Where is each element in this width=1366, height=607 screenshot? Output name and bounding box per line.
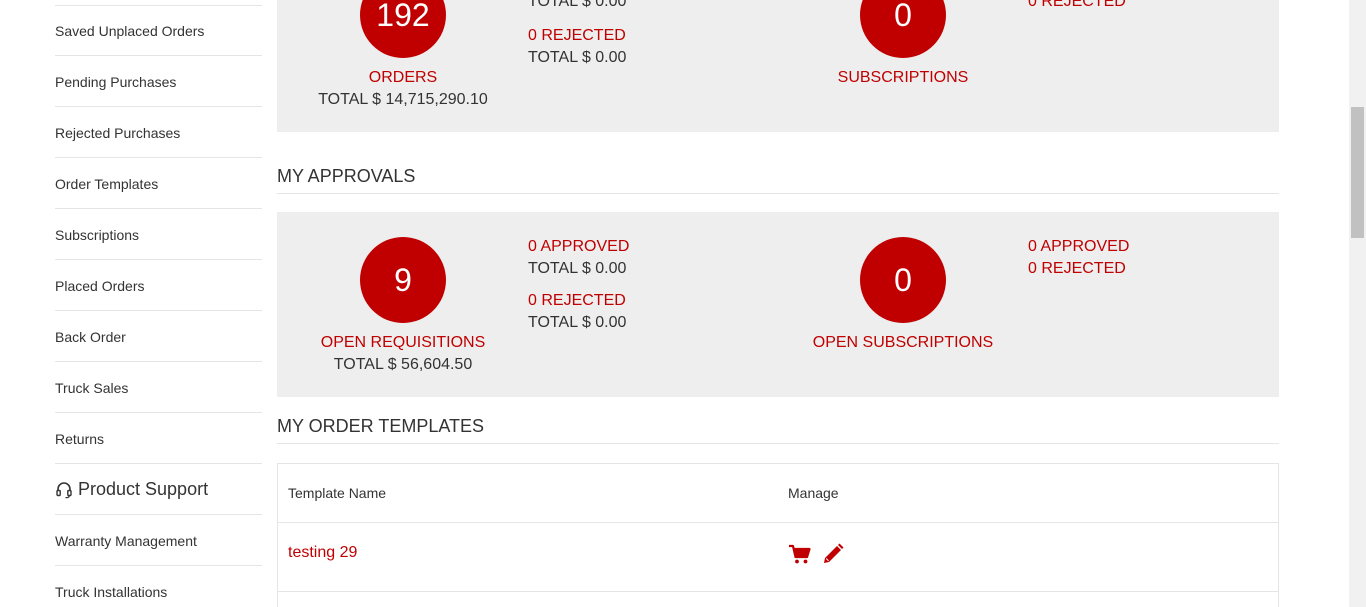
approvals-panel: 9 OPEN REQUISITIONS TOTAL $ 56,604.50 0 … [277, 212, 1279, 397]
subscriptions-approved[interactable]: 0 APPROVED [1028, 238, 1129, 256]
table-row: testing 29 [278, 522, 1278, 592]
sidebar-section-label: Product Support [78, 479, 209, 499]
orders-count-circle[interactable]: 192 [360, 0, 446, 58]
sidebar-item-label: Placed Orders [55, 277, 145, 294]
sidebar-item-label: Subscriptions [55, 226, 140, 243]
sidebar-item-back-order[interactable]: Back Order [55, 312, 262, 362]
requisitions-rejected[interactable]: 0 REJECTED [528, 292, 626, 310]
page-scrollbar[interactable] [1349, 0, 1366, 607]
sidebar-item-pending-purchases[interactable]: Pending Purchases [55, 57, 262, 107]
table-header: Template Name Manage [278, 464, 1278, 523]
subscriptions-count: 0 [894, 0, 912, 33]
subscriptions-count-circle[interactable]: 0 [860, 0, 946, 58]
open-subscriptions-count: 0 [894, 261, 912, 298]
subscriptions-rejected[interactable]: 0 REJECTED [1028, 260, 1126, 278]
sidebar-item-label: Order Templates [55, 175, 159, 192]
sidebar-item-truck-installations[interactable]: Truck Installations [55, 567, 262, 607]
open-subscriptions-count-circle[interactable]: 0 [860, 237, 946, 323]
templates-heading: MY ORDER TEMPLATES [277, 416, 1279, 444]
column-header-manage: Manage [788, 485, 839, 501]
pencil-icon[interactable] [821, 542, 845, 566]
sidebar-item-subscriptions[interactable]: Subscriptions [55, 210, 262, 260]
requisitions-approved-total: TOTAL $ 0.00 [528, 260, 627, 277]
orders-rejected[interactable]: 0 REJECTED [528, 27, 626, 45]
page: Saved Unplaced Orders Pending Purchases … [0, 0, 1366, 607]
sidebar-item-label: Warranty Management [55, 532, 197, 549]
orders-total: TOTAL $ 14,715,290.10 [318, 91, 488, 108]
sidebar-item-placed-orders[interactable]: Placed Orders [55, 261, 262, 311]
requisitions-rejected-total: TOTAL $ 0.00 [528, 314, 627, 331]
requisitions-count: 9 [394, 261, 412, 298]
sidebar-item-rejected-purchases[interactable]: Rejected Purchases [55, 108, 262, 158]
templates-table: Template Name Manage testing 29 [277, 463, 1279, 607]
open-subscriptions-label: OPEN SUBSCRIPTIONS [812, 334, 994, 351]
sidebar-item-label: Truck Installations [55, 583, 168, 600]
approvals-heading: MY APPROVALS [277, 166, 1279, 194]
column-header-template-name: Template Name [288, 485, 387, 501]
orders-partial-total: TOTAL $ 0.00 [528, 0, 627, 10]
orders-label: ORDERS [368, 69, 438, 86]
subscriptions-rejected[interactable]: 0 REJECTED [1028, 0, 1126, 11]
sidebar-item-label: Returns [55, 430, 105, 447]
sidebar-item-label: Pending Purchases [55, 73, 177, 90]
requisitions-count-circle[interactable]: 9 [360, 237, 446, 323]
template-name-link[interactable]: testing 29 [288, 544, 357, 562]
sidebar-item-label: Back Order [55, 328, 126, 345]
requisitions-approved[interactable]: 0 APPROVED [528, 238, 629, 256]
scrollbar-thumb[interactable] [1351, 107, 1364, 238]
sidebar-section-product-support[interactable]: Product Support [55, 465, 262, 515]
headset-icon [55, 481, 73, 499]
orders-count: 192 [376, 0, 430, 33]
sidebar-item-truck-sales[interactable]: Truck Sales [55, 363, 262, 413]
sidebar-item-saved-unplaced-orders[interactable]: Saved Unplaced Orders [55, 6, 262, 56]
subscriptions-label: SUBSCRIPTIONS [837, 69, 969, 86]
sidebar-item-label: Rejected Purchases [55, 124, 181, 141]
sidebar-item-returns[interactable]: Returns [55, 414, 262, 464]
sidebar-item-label: Truck Sales [55, 379, 129, 396]
orders-panel: 192 ORDERS TOTAL $ 14,715,290.10 TOTAL $… [277, 0, 1279, 132]
requisitions-total: TOTAL $ 56,604.50 [333, 356, 473, 373]
sidebar-item-label: Saved Unplaced Orders [55, 22, 205, 39]
requisitions-label: OPEN REQUISITIONS [320, 334, 486, 351]
sidebar-item-order-templates[interactable]: Order Templates [55, 159, 262, 209]
cart-icon[interactable] [788, 542, 812, 566]
orders-rejected-total: TOTAL $ 0.00 [528, 49, 627, 66]
sidebar-item-warranty-management[interactable]: Warranty Management [55, 516, 262, 566]
